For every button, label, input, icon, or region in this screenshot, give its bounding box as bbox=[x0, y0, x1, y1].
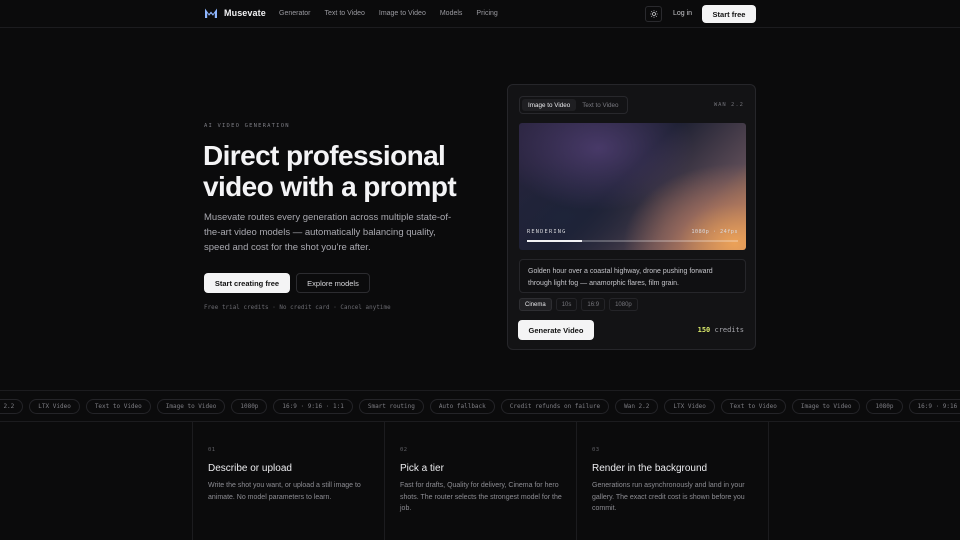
step-body: Fast for drafts, Quality for delivery, C… bbox=[400, 482, 562, 513]
hero-lead: Musevate routes every generation across … bbox=[204, 212, 452, 253]
generate-video-button[interactable]: Generate Video bbox=[518, 320, 594, 340]
explore-models-button[interactable]: Explore models bbox=[296, 273, 370, 293]
start-free-button[interactable]: Start free bbox=[702, 5, 756, 23]
prompt-input[interactable]: Golden hour over a coastal highway, dron… bbox=[519, 259, 746, 293]
hero-headline: Direct professional video with a prompt bbox=[203, 140, 493, 202]
video-preview: RENDERING 1080p · 24fps bbox=[519, 123, 746, 250]
generator-panel: Image to Video Text to Video WAN 2.2 REN… bbox=[507, 84, 756, 350]
step-title: Pick a tier bbox=[400, 463, 444, 474]
ticker-chip: Image to Video bbox=[791, 399, 861, 414]
divider bbox=[768, 422, 769, 540]
ticker-row: Wan 2.2 LTX Video Text to Video Image to Vi… bbox=[0, 399, 960, 414]
ticker-chip: Auto fallback bbox=[429, 399, 495, 414]
step-body: Write the shot you want, or upload a sti… bbox=[208, 482, 361, 501]
ticker-chip: Credit refunds on failure bbox=[500, 399, 610, 414]
chip-resolution[interactable]: 1080p bbox=[609, 298, 638, 311]
brand-name: Musevate bbox=[224, 8, 266, 18]
render-progress-fill bbox=[527, 240, 582, 242]
nav-link-models[interactable]: Models bbox=[440, 10, 463, 17]
top-nav: Musevate Generator Text to Video Image t… bbox=[0, 0, 960, 28]
divider bbox=[384, 422, 385, 540]
chip-duration[interactable]: 10s bbox=[555, 298, 578, 311]
nav-link-image-to-video[interactable]: Image to Video bbox=[379, 10, 426, 17]
step-body: Generations run asynchronously and land … bbox=[592, 482, 745, 513]
nav-link-pricing[interactable]: Pricing bbox=[476, 10, 497, 17]
sun-icon bbox=[649, 10, 658, 18]
hero-fineprint: Free trial credits · No credit card · Ca… bbox=[204, 305, 391, 311]
option-chips: Cinema 10s 16:9 1080p bbox=[519, 298, 638, 311]
render-resolution: 1080p · 24fps bbox=[691, 229, 738, 235]
ticker-chip: Text to Video bbox=[720, 399, 786, 414]
headline-line-1: Direct professional bbox=[203, 140, 446, 171]
brand-logo[interactable]: Musevate bbox=[204, 7, 266, 19]
model-tag: WAN 2.2 bbox=[713, 102, 744, 108]
ticker-chip: 1080p bbox=[866, 399, 903, 414]
start-creating-button[interactable]: Start creating free bbox=[204, 273, 290, 293]
ticker-chip: LTX Video bbox=[664, 399, 715, 414]
hero-eyebrow: AI VIDEO GENERATION bbox=[204, 123, 290, 129]
ticker-chip: Wan 2.2 bbox=[0, 399, 24, 414]
nav-link-generator[interactable]: Generator bbox=[279, 10, 311, 17]
login-link[interactable]: Log in bbox=[673, 10, 692, 17]
ticker-chip: Wan 2.2 bbox=[615, 399, 659, 414]
feature-ticker: Wan 2.2 LTX Video Text to Video Image to Vi… bbox=[0, 390, 960, 422]
tab-text-to-video[interactable]: Text to Video bbox=[576, 99, 624, 111]
steps-section: 01 Describe or upload Write the shot you… bbox=[0, 422, 960, 540]
chip-aspect[interactable]: 16:9 bbox=[581, 298, 606, 311]
musevate-logo-icon bbox=[205, 8, 217, 18]
step-title: Describe or upload bbox=[208, 463, 292, 474]
divider bbox=[576, 422, 577, 540]
step-title: Render in the background bbox=[592, 463, 708, 474]
ticker-chip: LTX Video bbox=[29, 399, 80, 414]
step-number: 02 bbox=[400, 447, 408, 453]
theme-toggle-button[interactable] bbox=[645, 6, 662, 22]
ticker-chip: 16:9 · 9:16 · 1:1 bbox=[908, 399, 960, 414]
chip-cinema[interactable]: Cinema bbox=[519, 298, 552, 311]
credits-display: 150 credits bbox=[698, 326, 744, 334]
render-status: RENDERING bbox=[527, 229, 567, 235]
nav-links: Generator Text to Video Image to Video M… bbox=[279, 10, 512, 17]
render-progress bbox=[527, 240, 738, 242]
divider bbox=[192, 422, 193, 540]
ticker-chip: 16:9 · 9:16 · 1:1 bbox=[273, 399, 353, 414]
mode-tabs: Image to Video Text to Video bbox=[519, 96, 628, 114]
ticker-chip: Smart routing bbox=[358, 399, 424, 414]
step-number: 01 bbox=[208, 447, 216, 453]
tab-image-to-video[interactable]: Image to Video bbox=[522, 99, 577, 111]
nav-link-text-to-video[interactable]: Text to Video bbox=[325, 10, 365, 17]
credits-value: 150 bbox=[697, 326, 711, 334]
credits-label: credits bbox=[714, 326, 744, 334]
ticker-chip: Text to Video bbox=[85, 399, 151, 414]
step-number: 03 bbox=[592, 447, 600, 453]
ticker-chip: Image to Video bbox=[156, 399, 226, 414]
headline-line-2: video with a prompt bbox=[203, 171, 457, 202]
ticker-chip: 1080p bbox=[231, 399, 268, 414]
